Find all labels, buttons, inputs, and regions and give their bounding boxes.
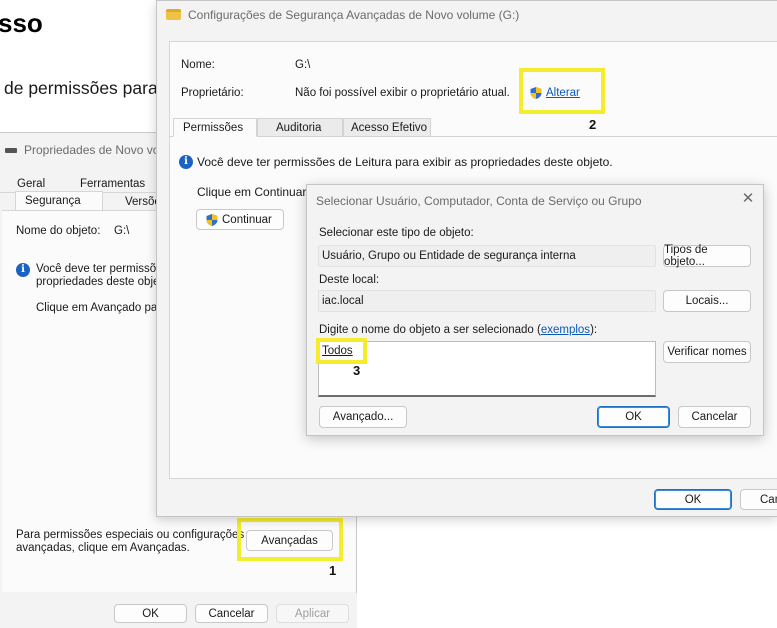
enter-object-name-suffix: ): <box>590 324 598 336</box>
info-icon: i <box>16 263 30 277</box>
uac-shield-icon <box>206 213 218 226</box>
info-icon: i <box>179 155 193 169</box>
background-subheading: de permissões para <box>4 78 158 98</box>
object-name-label: Nome do objeto: <box>16 225 101 237</box>
properties-ok-button[interactable]: OK <box>114 604 187 623</box>
object-type-label: Selecionar este tipo de objeto: <box>319 227 474 239</box>
close-icon[interactable]: ✕ <box>740 191 756 207</box>
folder-icon <box>166 9 181 20</box>
select-dialog-title: Selecionar Usuário, Computador, Conta de… <box>316 194 642 208</box>
name-label: Nome: <box>181 59 215 71</box>
read-permission-info: Você deve ter permissões de Leitura para… <box>197 155 613 169</box>
tab-auditoria-label: Auditoria <box>276 122 322 134</box>
select-cancel-button[interactable]: Cancelar <box>678 406 751 428</box>
select-ok-button[interactable]: OK <box>597 406 670 428</box>
tab-seguranca-label: Segurança <box>25 195 81 207</box>
owner-label: Proprietário: <box>181 87 244 99</box>
info-text-line1: Você deve ter permissões <box>36 263 169 275</box>
annotation-3: 3 <box>353 363 361 378</box>
advanced-hint: Clique em Avançado para <box>36 302 168 314</box>
select-advanced-button[interactable]: Avançado... <box>319 406 407 428</box>
info-text-line2: propriedades deste objeto <box>36 276 169 288</box>
properties-apply-button[interactable]: Aplicar <box>276 604 349 623</box>
select-user-dialog: Selecionar Usuário, Computador, Conta de… <box>306 184 764 436</box>
special-perms-line2: avançadas, clique em Avançadas. <box>16 542 190 554</box>
tab-auditoria[interactable]: Auditoria <box>257 118 343 136</box>
location-field: iac.local <box>318 290 656 312</box>
advanced-window-title: Configurações de Segurança Avançadas de … <box>188 8 520 22</box>
tab-geral[interactable]: Geral <box>17 178 45 190</box>
annotation-2: 2 <box>589 117 597 132</box>
special-perms-line1: Para permissões especiais ou configuraçõ… <box>16 529 245 541</box>
continue-button[interactable]: Continuar <box>196 209 284 230</box>
drive-icon <box>5 148 17 153</box>
highlight-advanced <box>237 518 343 561</box>
location-label: Deste local: <box>319 274 380 286</box>
annotation-1: 1 <box>329 563 337 578</box>
tab-acesso-efetivo-label: Acesso Efetivo <box>351 122 428 134</box>
owner-value: Não foi possível exibir o proprietário a… <box>295 87 510 99</box>
advanced-cancel-button[interactable]: Can <box>740 489 777 510</box>
enter-object-name-text: Digite o nome do objeto a ser selecionad… <box>319 324 541 336</box>
object-types-button[interactable]: Tipos de objeto... <box>663 244 751 268</box>
tabs-baseline <box>169 136 777 137</box>
check-names-button[interactable]: Verificar nomes <box>663 341 751 363</box>
name-value: G:\ <box>295 59 311 71</box>
continue-hint: Clique em Continuar <box>197 185 307 199</box>
highlight-change-owner <box>519 68 605 114</box>
background-heading: sso <box>0 8 43 38</box>
enter-object-name-label: Digite o nome do objeto a ser selecionad… <box>319 324 597 336</box>
tab-permissoes[interactable]: Permissões <box>173 118 257 137</box>
highlight-object-name <box>316 338 367 364</box>
tab-seguranca[interactable]: Segurança <box>15 191 103 211</box>
object-type-field: Usuário, Grupo ou Entidade de segurança … <box>318 245 656 267</box>
locations-button[interactable]: Locais... <box>663 290 751 312</box>
examples-link[interactable]: exemplos <box>541 324 590 336</box>
properties-window-title: Propriedades de Novo vo <box>24 143 160 157</box>
continue-button-label: Continuar <box>222 213 272 226</box>
tab-acesso-efetivo[interactable]: Acesso Efetivo <box>343 118 431 136</box>
tab-permissoes-label: Permissões <box>183 122 244 134</box>
object-name-value: G:\ <box>114 225 130 237</box>
tab-ferramentas[interactable]: Ferramentas <box>80 178 145 190</box>
advanced-ok-button[interactable]: OK <box>654 489 732 510</box>
properties-cancel-button[interactable]: Cancelar <box>195 604 268 623</box>
object-name-textarea[interactable]: Todos <box>318 341 656 397</box>
